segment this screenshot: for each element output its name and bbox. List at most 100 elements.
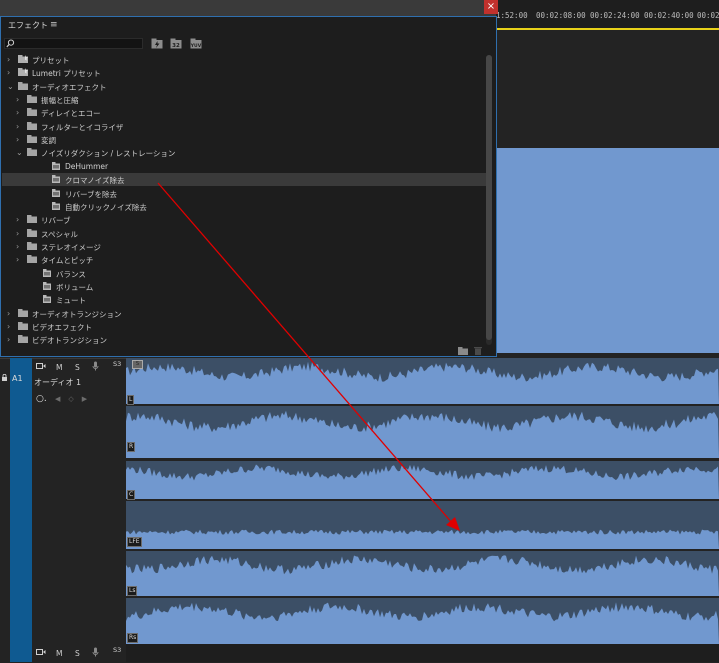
empty-track-area [126,644,719,662]
32bit-color-icon[interactable]: 32 [170,38,182,49]
audio-effect-icon [43,268,51,277]
track-target-a1[interactable] [10,358,32,662]
tree-item-label: Lumetri プリセット [32,69,101,79]
waveform-lane-lfe[interactable] [126,501,719,549]
tree-item[interactable]: ⌄ ノイズリダクション / レストレーション [2,146,486,159]
tree-item-label: オーディオエフェクト [32,82,107,92]
tree-item[interactable]: DeHummer [2,160,486,173]
folder-icon [18,81,28,90]
chevron-right-icon[interactable]: › [16,135,19,144]
chevron-right-icon[interactable]: › [16,242,19,251]
lock-icon[interactable] [1,374,8,381]
folder-icon [27,215,37,224]
solo-button[interactable]: S [75,363,80,372]
svg-text:YUV: YUV [190,43,202,49]
chevron-right-icon[interactable]: › [7,68,10,77]
waveform-lane-c[interactable] [126,461,719,499]
tree-item[interactable]: › プリセット [2,53,486,66]
tree-item[interactable]: › オーディオトランジション [2,307,486,320]
folder-icon [18,322,28,330]
new-bin-icon[interactable] [458,347,468,355]
track-id-label: A1 [12,374,23,383]
solo-button[interactable]: S [75,649,80,658]
audio-effect-icon [52,201,60,210]
mute-button[interactable]: M [56,649,62,658]
audio-waveform [126,602,719,644]
tree-item[interactable]: クロマノイズ除去 [2,173,486,187]
tree-item-label: スペシャル [41,229,78,239]
audio-effect-icon [52,188,60,197]
chevron-right-icon[interactable]: › [16,255,19,264]
timecode-label: 00:02:24:00 [590,11,640,20]
microphone-icon[interactable] [92,361,99,371]
search-input[interactable] [4,38,143,49]
tree-item-label: ミュート [56,296,86,306]
tree-item-label: リバーブ [41,216,71,226]
panel-title[interactable]: エフェクト [8,20,48,31]
clip-channel-badge: S [132,360,143,369]
timeline-ruler[interactable]: 1:52:00 00:02:08:00 00:02:24:00 00:02:40… [496,0,719,30]
audio-waveform [126,555,719,596]
mute-button[interactable]: M [56,363,62,372]
tree-item-label: バランス [56,269,86,279]
tree-item[interactable]: › 変調 [2,133,486,146]
tree-item[interactable]: ボリューム [2,280,486,293]
tree-item-label: オーディオトランジション [32,309,122,319]
tree-item-label: ボリューム [56,282,94,292]
chevron-right-icon[interactable]: › [16,229,19,238]
tree-item-label: ディレイとエコー [41,109,101,119]
tree-item[interactable]: › ビデオエフェクト [2,320,486,333]
tree-item[interactable]: › ディレイとエコー [2,106,486,119]
yuv-effects-icon[interactable]: YUV [190,38,202,49]
chevron-right-icon[interactable]: › [16,215,19,224]
tree-item[interactable]: ⌄ オーディオエフェクト [2,80,486,93]
chevron-right-icon[interactable]: › [7,322,10,331]
sync-lock-icon[interactable] [36,362,46,370]
chevron-right-icon[interactable]: › [7,309,10,318]
tree-item[interactable]: リバーブを除去 [2,187,486,200]
tree-item[interactable]: › スペシャル [2,227,486,240]
tree-item[interactable]: › フィルターとイコライザ [2,120,486,133]
microphone-icon[interactable] [92,647,99,657]
waveform-lane-ls[interactable] [126,551,719,596]
folder-icon [27,241,37,250]
folder-icon [27,148,37,157]
waveform-lane-r[interactable] [126,406,719,458]
tree-item[interactable]: › 振幅と圧縮 [2,93,486,106]
chevron-right-icon[interactable]: › [16,108,19,117]
hamburger-icon[interactable]: ≡ [50,20,58,30]
chevron-right-icon[interactable]: › [16,122,19,131]
chevron-down-icon[interactable]: ⌄ [16,148,23,157]
accelerated-effects-icon[interactable] [151,38,163,49]
keyframe-toggle[interactable]: ○. [36,394,47,404]
tree-item[interactable]: › Lumetri プリセット [2,66,486,79]
tree-item[interactable]: ミュート [2,293,486,306]
video-clip[interactable] [496,148,719,353]
tree-item[interactable]: › ビデオトランジション [2,333,486,346]
close-icon[interactable]: × [484,0,498,14]
chevron-right-icon[interactable]: › [7,335,10,344]
chevron-down-icon[interactable]: ⌄ [7,82,14,91]
tree-item-label: ステレオイメージ [41,242,101,252]
waveform-lane-l[interactable] [126,358,719,404]
tree-item[interactable]: 自動クリックノイズ除去 [2,200,486,213]
audio-waveform [126,410,719,458]
track-name[interactable]: オーディオ 1 [34,377,81,388]
timecode-label: 1:52:00 [496,11,528,20]
trash-icon[interactable] [474,346,482,355]
chevron-right-icon[interactable]: › [7,55,10,64]
preset-folder-icon [18,68,28,77]
tree-item[interactable]: › ステレオイメージ [2,240,486,253]
tree-item-label: プリセット [32,56,70,65]
tree-item[interactable]: › リバーブ [2,213,486,226]
sync-lock-icon[interactable] [36,648,46,656]
tree-item[interactable]: バランス [2,267,486,280]
chevron-right-icon[interactable]: › [16,95,19,104]
tree-item[interactable]: › タイムとピッチ [2,253,486,266]
audio-effect-icon [43,281,51,290]
keyframe-navigation[interactable]: ◀◇▶ [55,395,95,403]
audio-effect-icon [52,161,60,170]
waveform-lane-rs[interactable] [126,598,719,644]
panel-scrollbar-thumb[interactable] [486,55,492,340]
tree-item-label: ビデオエフェクト [32,323,92,332]
